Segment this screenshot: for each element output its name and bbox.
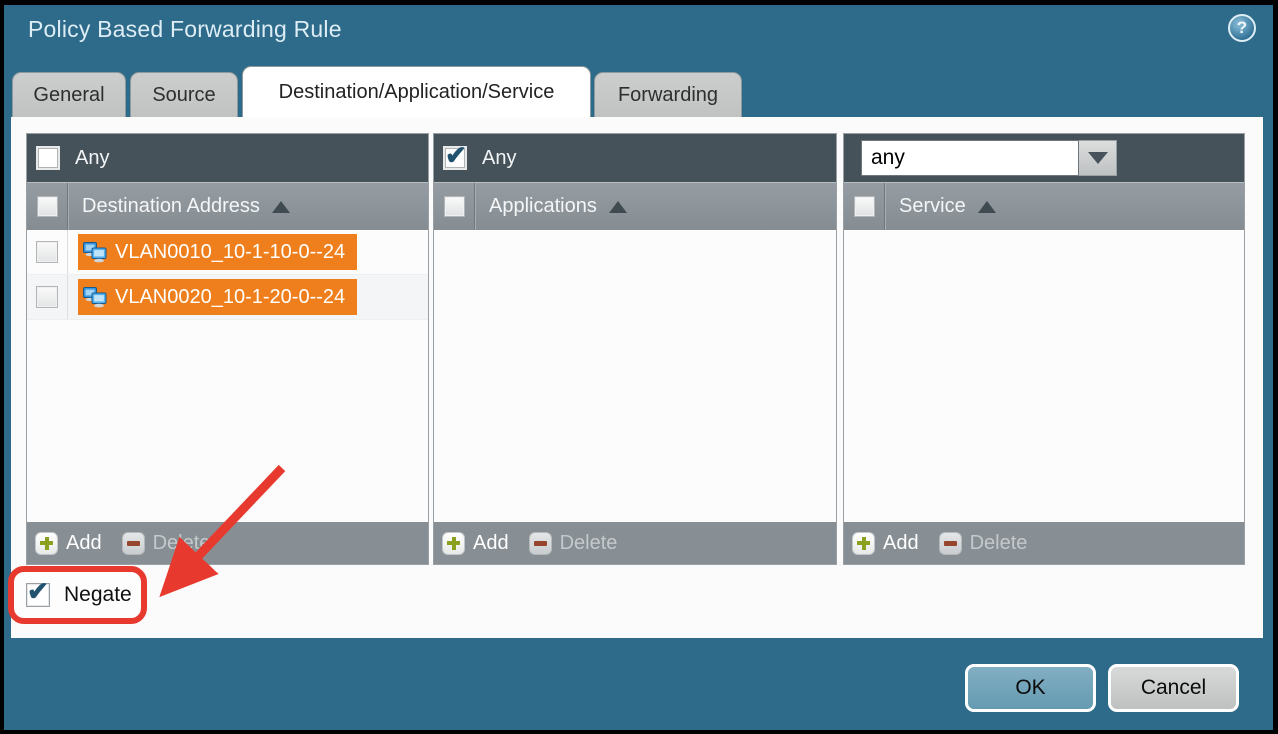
tab-label: Destination/Application/Service: [279, 81, 555, 104]
tab-label: Source: [152, 84, 215, 107]
delete-button[interactable]: Delete: [122, 532, 211, 555]
destination-column-label: Destination Address: [82, 195, 260, 218]
applications-any-bar: Any: [434, 134, 836, 182]
add-label: Add: [66, 532, 102, 555]
add-label: Add: [883, 532, 919, 555]
cancel-button[interactable]: Cancel: [1108, 664, 1239, 712]
applications-column-label: Applications: [489, 195, 597, 218]
tab-source[interactable]: Source: [130, 72, 238, 117]
dialog-title: Policy Based Forwarding Rule: [28, 16, 342, 43]
row-checkbox[interactable]: [36, 241, 58, 263]
applications-toolbar: Add Delete: [434, 522, 836, 564]
cancel-label: Cancel: [1141, 676, 1206, 700]
sort-ascending-icon: [609, 201, 627, 213]
destination-column-header[interactable]: Destination Address: [27, 182, 428, 230]
applications-list: [434, 230, 836, 522]
applications-any-label: Any: [482, 147, 516, 170]
address-object-label: VLAN0020_10-1-20-0--24: [115, 286, 345, 309]
destination-address-panel: Any Destination Address VLAN0010_10-1-10…: [26, 133, 429, 565]
ok-label: OK: [1015, 676, 1045, 700]
add-button[interactable]: Add: [442, 532, 509, 555]
tab-general[interactable]: General: [12, 72, 126, 117]
negate-annotation-highlight: Negate: [8, 566, 147, 624]
minus-icon: [939, 532, 962, 555]
delete-button[interactable]: Delete: [529, 532, 618, 555]
tab-destination-application-service[interactable]: Destination/Application/Service: [242, 66, 591, 117]
minus-icon: [529, 532, 552, 555]
service-panel: any Service Add Delete: [843, 133, 1245, 565]
address-object-label: VLAN0010_10-1-10-0--24: [115, 241, 345, 264]
add-button[interactable]: Add: [35, 532, 102, 555]
service-list: [844, 230, 1244, 522]
address-object-chip[interactable]: VLAN0010_10-1-10-0--24: [78, 234, 357, 270]
ok-button[interactable]: OK: [965, 664, 1096, 712]
tab-label: General: [33, 84, 104, 107]
tab-label: Forwarding: [618, 84, 718, 107]
sort-ascending-icon: [272, 201, 290, 213]
service-toolbar: Add Delete: [844, 522, 1244, 564]
delete-label: Delete: [560, 532, 618, 555]
help-icon[interactable]: [1228, 14, 1256, 42]
destination-any-bar: Any: [27, 134, 428, 182]
service-dropdown[interactable]: any: [861, 140, 1117, 176]
service-select-all-checkbox[interactable]: [854, 196, 875, 217]
negate-checkbox[interactable]: [26, 583, 50, 607]
network-address-icon: [82, 240, 108, 264]
row-checkbox[interactable]: [36, 286, 58, 308]
applications-column-header[interactable]: Applications: [434, 182, 836, 230]
service-column-label: Service: [899, 195, 966, 218]
destination-any-checkbox[interactable]: [36, 146, 60, 170]
dropdown-button[interactable]: [1079, 140, 1117, 176]
delete-label: Delete: [153, 532, 211, 555]
table-row[interactable]: VLAN0020_10-1-20-0--24: [27, 275, 428, 320]
plus-icon: [852, 532, 875, 555]
service-dropdown-value[interactable]: any: [861, 140, 1079, 176]
minus-icon: [122, 532, 145, 555]
sort-ascending-icon: [978, 201, 996, 213]
service-dropdown-bar: any: [844, 134, 1244, 182]
plus-icon: [35, 532, 58, 555]
table-row[interactable]: VLAN0010_10-1-10-0--24: [27, 230, 428, 275]
plus-icon: [442, 532, 465, 555]
network-address-icon: [82, 285, 108, 309]
applications-any-checkbox[interactable]: [443, 146, 467, 170]
address-object-chip[interactable]: VLAN0020_10-1-20-0--24: [78, 279, 357, 315]
destination-select-all-checkbox[interactable]: [37, 196, 58, 217]
delete-label: Delete: [970, 532, 1028, 555]
service-column-header[interactable]: Service: [844, 182, 1244, 230]
add-label: Add: [473, 532, 509, 555]
tab-forwarding[interactable]: Forwarding: [594, 72, 742, 117]
chevron-down-icon: [1088, 152, 1108, 164]
delete-button[interactable]: Delete: [939, 532, 1028, 555]
add-button[interactable]: Add: [852, 532, 919, 555]
destination-toolbar: Add Delete: [27, 522, 428, 564]
destination-list: VLAN0010_10-1-10-0--24 VLAN0020_10-1-20-…: [27, 230, 428, 522]
negate-label: Negate: [64, 583, 132, 607]
destination-any-label: Any: [75, 147, 109, 170]
applications-select-all-checkbox[interactable]: [444, 196, 465, 217]
applications-panel: Any Applications Add Delete: [433, 133, 837, 565]
